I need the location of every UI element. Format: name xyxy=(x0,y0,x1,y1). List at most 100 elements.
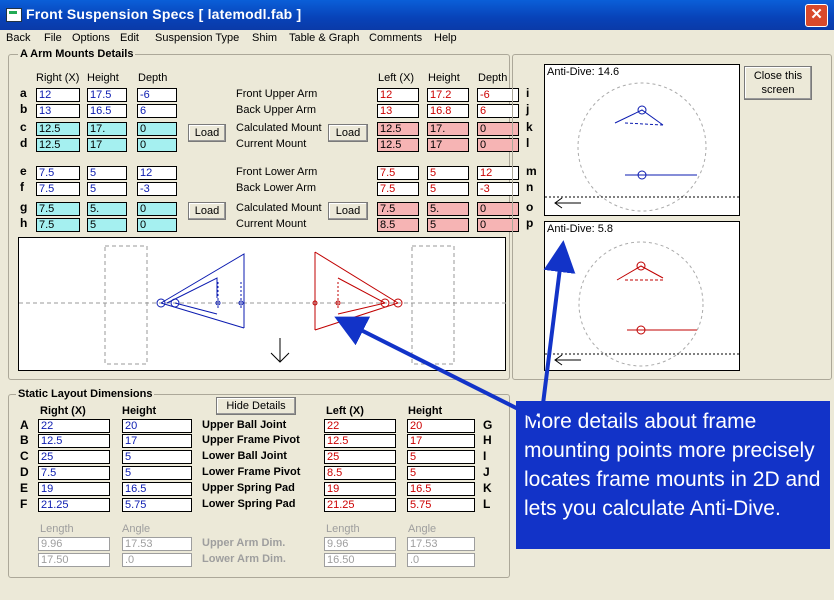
right-mount-field[interactable]: 7.5 xyxy=(36,218,80,232)
left-mount-field[interactable]: 5 xyxy=(427,218,469,232)
menu-comments[interactable]: Comments xyxy=(369,32,422,44)
right-mount-field[interactable]: 12.5 xyxy=(36,138,80,152)
left-mount-field[interactable]: 7.5 xyxy=(377,202,419,216)
left-mount-field[interactable]: 5 xyxy=(427,166,469,180)
menu-edit[interactable]: Edit xyxy=(120,32,139,44)
dim-label: Lower Arm Dim. xyxy=(202,553,286,565)
row-letter-left: c xyxy=(20,120,27,134)
row-letter-left: h xyxy=(20,216,28,230)
right-mount-field[interactable]: 12 xyxy=(137,166,177,180)
right-mount-field[interactable]: -3 xyxy=(137,182,177,196)
load-right-upper-button[interactable]: Load xyxy=(188,124,226,142)
mount-label: Back Upper Arm xyxy=(236,104,317,116)
left-mount-field[interactable]: 8.5 xyxy=(377,218,419,232)
right-mount-field[interactable]: 5. xyxy=(87,202,127,216)
load-left-upper-button[interactable]: Load xyxy=(328,124,368,142)
static-right-height-field[interactable]: 20 xyxy=(122,419,192,433)
menu-file[interactable]: File xyxy=(44,32,62,44)
right-mount-field[interactable]: 13 xyxy=(36,104,80,118)
menu-table-graph[interactable]: Table & Graph xyxy=(289,32,359,44)
static-left-x-field[interactable]: 25 xyxy=(324,450,396,464)
right-mount-field[interactable]: 12.5 xyxy=(36,122,80,136)
callout-text: More details about frame mounting points… xyxy=(524,410,821,520)
right-mount-field[interactable]: 0 xyxy=(137,202,177,216)
left-mount-field[interactable]: 12.5 xyxy=(377,122,419,136)
static-left-height-field[interactable]: 20 xyxy=(407,419,475,433)
right-mount-field[interactable]: 7.5 xyxy=(36,166,80,180)
dim-label: Upper Arm Dim. xyxy=(202,537,286,549)
static-left-x-field[interactable]: 12.5 xyxy=(324,434,396,448)
sl-hdr-right-x: Right (X) xyxy=(40,405,86,417)
static-right-x-field[interactable]: 25 xyxy=(38,450,110,464)
right-mount-field[interactable]: 5 xyxy=(87,218,127,232)
static-row-letter-right: L xyxy=(483,497,491,511)
load-left-lower-button[interactable]: Load xyxy=(328,202,368,220)
static-row-letter-left: C xyxy=(20,449,29,463)
left-mount-field[interactable]: 12 xyxy=(377,88,419,102)
static-label: Upper Ball Joint xyxy=(202,419,287,431)
dim-left-length-field: 16.50 xyxy=(324,553,396,567)
left-mount-field[interactable]: 17. xyxy=(427,122,469,136)
right-mount-field[interactable]: 6 xyxy=(137,104,177,118)
left-mount-field[interactable]: 17.2 xyxy=(427,88,469,102)
right-mount-field[interactable]: -6 xyxy=(137,88,177,102)
load-right-lower-button[interactable]: Load xyxy=(188,202,226,220)
right-mount-field[interactable]: 5 xyxy=(87,166,127,180)
close-screen-button[interactable]: Close this screen xyxy=(744,66,812,100)
right-mount-field[interactable]: 0 xyxy=(137,122,177,136)
right-mount-field[interactable]: 17.5 xyxy=(87,88,127,102)
menu-shim[interactable]: Shim xyxy=(252,32,277,44)
left-mount-field[interactable]: 7.5 xyxy=(377,166,419,180)
static-left-height-field[interactable]: 5 xyxy=(407,466,475,480)
static-left-height-field[interactable]: 17 xyxy=(407,434,475,448)
right-wheel-outline xyxy=(104,245,148,365)
right-mount-field[interactable]: 17. xyxy=(87,122,127,136)
static-right-x-field[interactable]: 12.5 xyxy=(38,434,110,448)
left-wheel-outline xyxy=(411,245,455,365)
menu-back[interactable]: Back xyxy=(6,32,30,44)
right-mount-field[interactable]: 0 xyxy=(137,218,177,232)
static-left-x-field[interactable]: 21.25 xyxy=(324,498,396,512)
menu-help[interactable]: Help xyxy=(434,32,457,44)
static-label: Lower Frame Pivot xyxy=(202,466,301,478)
static-left-x-field[interactable]: 22 xyxy=(324,419,396,433)
hide-details-button[interactable]: Hide Details xyxy=(216,397,296,415)
right-mount-field[interactable]: 5 xyxy=(87,182,127,196)
menu-suspension-type[interactable]: Suspension Type xyxy=(155,32,239,44)
static-left-x-field[interactable]: 19 xyxy=(324,482,396,496)
mount-label: Current Mount xyxy=(236,138,307,150)
static-right-x-field[interactable]: 21.25 xyxy=(38,498,110,512)
left-mount-field[interactable]: 12.5 xyxy=(377,138,419,152)
left-mount-field[interactable]: 5. xyxy=(427,202,469,216)
hdr-right-depth: Depth xyxy=(138,72,168,84)
right-mount-field[interactable]: 0 xyxy=(137,138,177,152)
static-right-height-field[interactable]: 5.75 xyxy=(122,498,192,512)
dim-left-angle-field: .0 xyxy=(407,553,475,567)
right-mount-field[interactable]: 7.5 xyxy=(36,202,80,216)
left-mount-field[interactable]: 17 xyxy=(427,138,469,152)
static-left-height-field[interactable]: 5 xyxy=(407,450,475,464)
close-window-button[interactable]: ✕ xyxy=(805,4,828,27)
static-right-height-field[interactable]: 5 xyxy=(122,450,192,464)
static-right-x-field[interactable]: 7.5 xyxy=(38,466,110,480)
left-mount-field[interactable]: 5 xyxy=(427,182,469,196)
static-left-height-field[interactable]: 16.5 xyxy=(407,482,475,496)
right-mount-field[interactable]: 17 xyxy=(87,138,127,152)
right-mount-field[interactable]: 16.5 xyxy=(87,104,127,118)
right-mount-field[interactable]: 7.5 xyxy=(36,182,80,196)
menu-options[interactable]: Options xyxy=(72,32,110,44)
left-mount-field[interactable]: 16.8 xyxy=(427,104,469,118)
static-right-x-field[interactable]: 19 xyxy=(38,482,110,496)
static-right-height-field[interactable]: 16.5 xyxy=(122,482,192,496)
static-right-height-field[interactable]: 5 xyxy=(122,466,192,480)
static-left-x-field[interactable]: 8.5 xyxy=(324,466,396,480)
static-row-letter-left: A xyxy=(20,418,29,432)
static-left-height-field[interactable]: 5.75 xyxy=(407,498,475,512)
static-row-letter-right: J xyxy=(483,465,490,479)
left-mount-field[interactable]: 7.5 xyxy=(377,182,419,196)
static-right-height-field[interactable]: 17 xyxy=(122,434,192,448)
right-mount-field[interactable]: 12 xyxy=(36,88,80,102)
left-mount-field[interactable]: 13 xyxy=(377,104,419,118)
static-right-x-field[interactable]: 22 xyxy=(38,419,110,433)
static-row-letter-left: B xyxy=(20,433,29,447)
